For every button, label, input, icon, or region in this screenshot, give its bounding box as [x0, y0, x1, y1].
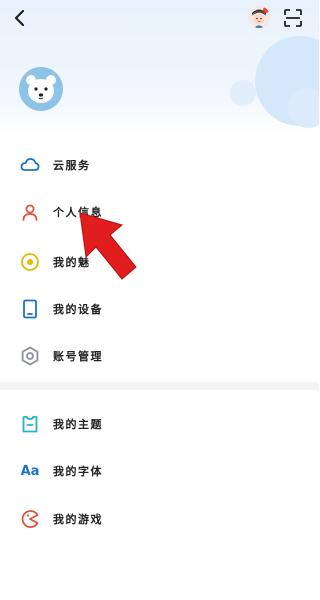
menu-item-label: 个人信息 [53, 206, 103, 219]
gear-icon [20, 346, 40, 366]
settings-page: 云服务 个人信息 我的魅 我的设备 账号管理 我的主题 Aa 我的字体 我的游戏 [0, 0, 319, 600]
font-icon-text: Aa [20, 463, 40, 479]
back-button[interactable] [10, 8, 30, 28]
menu-item-my-theme[interactable]: 我的主题 [0, 401, 319, 447]
notification-dot [263, 7, 269, 13]
menu-item-my-charm[interactable]: 我的魅 [0, 239, 319, 285]
menu-item-account-management[interactable]: 账号管理 [0, 333, 319, 379]
menu-item-my-font[interactable]: Aa 我的字体 [0, 448, 319, 494]
menu-item-my-device[interactable]: 我的设备 [0, 286, 319, 332]
cloud-icon [20, 155, 40, 175]
device-icon [20, 299, 40, 319]
theme-icon [20, 414, 40, 434]
decor-bubble [230, 80, 256, 106]
game-icon [20, 509, 40, 529]
menu-item-personal-info[interactable]: 个人信息 [0, 189, 319, 235]
menu-item-label: 账号管理 [53, 350, 103, 363]
menu-item-label: 我的魅 [53, 256, 91, 269]
chevron-left-icon [14, 9, 25, 27]
menu-item-label: 我的游戏 [53, 513, 103, 526]
polar-bear-avatar-icon [19, 67, 63, 111]
menu-item-label: 我的主题 [53, 418, 103, 431]
top-bar [0, 0, 319, 36]
scan-icon [284, 9, 302, 27]
target-icon [20, 252, 40, 272]
profile-avatar[interactable] [19, 67, 63, 111]
section-divider [0, 382, 319, 390]
user-avatar-button[interactable] [248, 6, 270, 28]
menu-item-label: 我的设备 [53, 303, 103, 316]
menu-item-label: 我的字体 [53, 465, 103, 478]
person-icon [20, 202, 40, 222]
font-icon: Aa [20, 461, 40, 481]
menu-item-cloud-service[interactable]: 云服务 [0, 142, 319, 188]
scan-button[interactable] [283, 8, 303, 28]
menu-item-label: 云服务 [53, 159, 91, 172]
menu-item-my-games[interactable]: 我的游戏 [0, 496, 319, 542]
